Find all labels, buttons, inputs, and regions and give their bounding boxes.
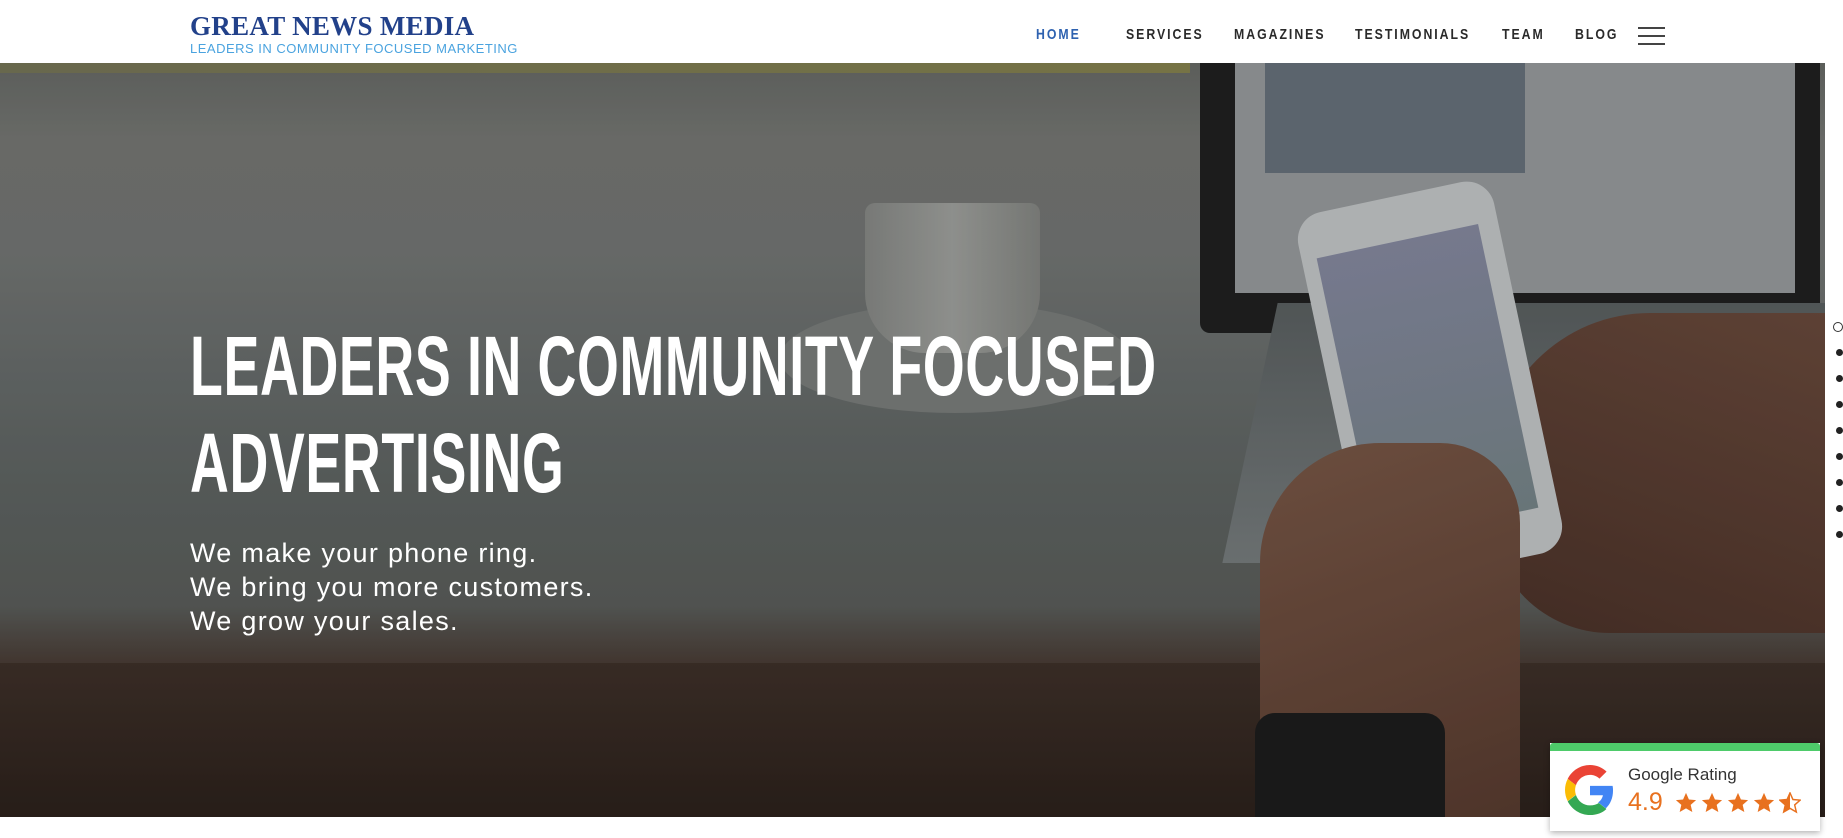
slide-dot[interactable] xyxy=(1836,531,1843,538)
nav-testimonials[interactable]: TESTIMONIALS xyxy=(1355,26,1476,43)
slide-dot[interactable] xyxy=(1836,479,1843,486)
rating-score: 4.9 xyxy=(1628,788,1663,816)
star-full-icon xyxy=(1727,792,1749,812)
slide-dot[interactable] xyxy=(1836,349,1843,356)
rating-label: Google Rating xyxy=(1628,765,1737,784)
rating-stars xyxy=(1675,792,1801,814)
slide-dot[interactable] xyxy=(1836,505,1843,512)
slide-dot[interactable] xyxy=(1836,427,1843,434)
nav-services[interactable]: SERVICES xyxy=(1126,26,1215,43)
main-nav: HOME SERVICES MAGAZINES TESTIMONIALS TEA… xyxy=(1036,26,1645,43)
logo-title: GREAT NEWS MEDIA xyxy=(190,11,475,41)
logo-tagline: LEADERS IN COMMUNITY FOCUSED MARKETING xyxy=(190,41,518,56)
nav-blog[interactable]: BLOG xyxy=(1575,26,1632,43)
nav-team[interactable]: TEAM xyxy=(1502,26,1562,43)
headline-line: ADVERTISING xyxy=(190,416,565,510)
star-full-icon xyxy=(1675,792,1697,812)
site-header: GREAT NEWS MEDIA LEADERS IN COMMUNITY FO… xyxy=(0,0,1843,63)
slide-dot[interactable] xyxy=(1836,401,1843,408)
nav-home[interactable]: HOME xyxy=(1036,26,1110,43)
rating-accent-bar xyxy=(1550,743,1820,751)
slide-dot[interactable] xyxy=(1836,453,1843,460)
star-full-icon xyxy=(1701,792,1723,812)
subtext-line: We make your phone ring. xyxy=(190,538,538,568)
headline-line: LEADERS IN COMMUNITY FOCUSED xyxy=(190,319,1157,413)
logo[interactable]: GREAT NEWS MEDIA LEADERS IN COMMUNITY FO… xyxy=(190,12,518,56)
subtext-line: We bring you more customers. xyxy=(190,572,594,602)
star-full-icon xyxy=(1753,792,1775,812)
slide-dot-active[interactable] xyxy=(1833,322,1843,332)
slide-dot[interactable] xyxy=(1836,375,1843,382)
subtext-line: We grow your sales. xyxy=(190,606,459,636)
google-rating-badge[interactable]: Google Rating 4.9 xyxy=(1550,743,1820,831)
hero-headline: LEADERS IN COMMUNITY FOCUSED ADVERTISING xyxy=(190,318,1157,512)
hero-subtext: We make your phone ring. We bring you mo… xyxy=(190,536,594,638)
star-half-icon xyxy=(1779,792,1801,814)
hamburger-icon[interactable] xyxy=(1638,27,1665,45)
nav-magazines[interactable]: MAGAZINES xyxy=(1234,26,1333,43)
google-g-icon xyxy=(1565,765,1614,815)
slide-pagination xyxy=(1833,322,1843,557)
